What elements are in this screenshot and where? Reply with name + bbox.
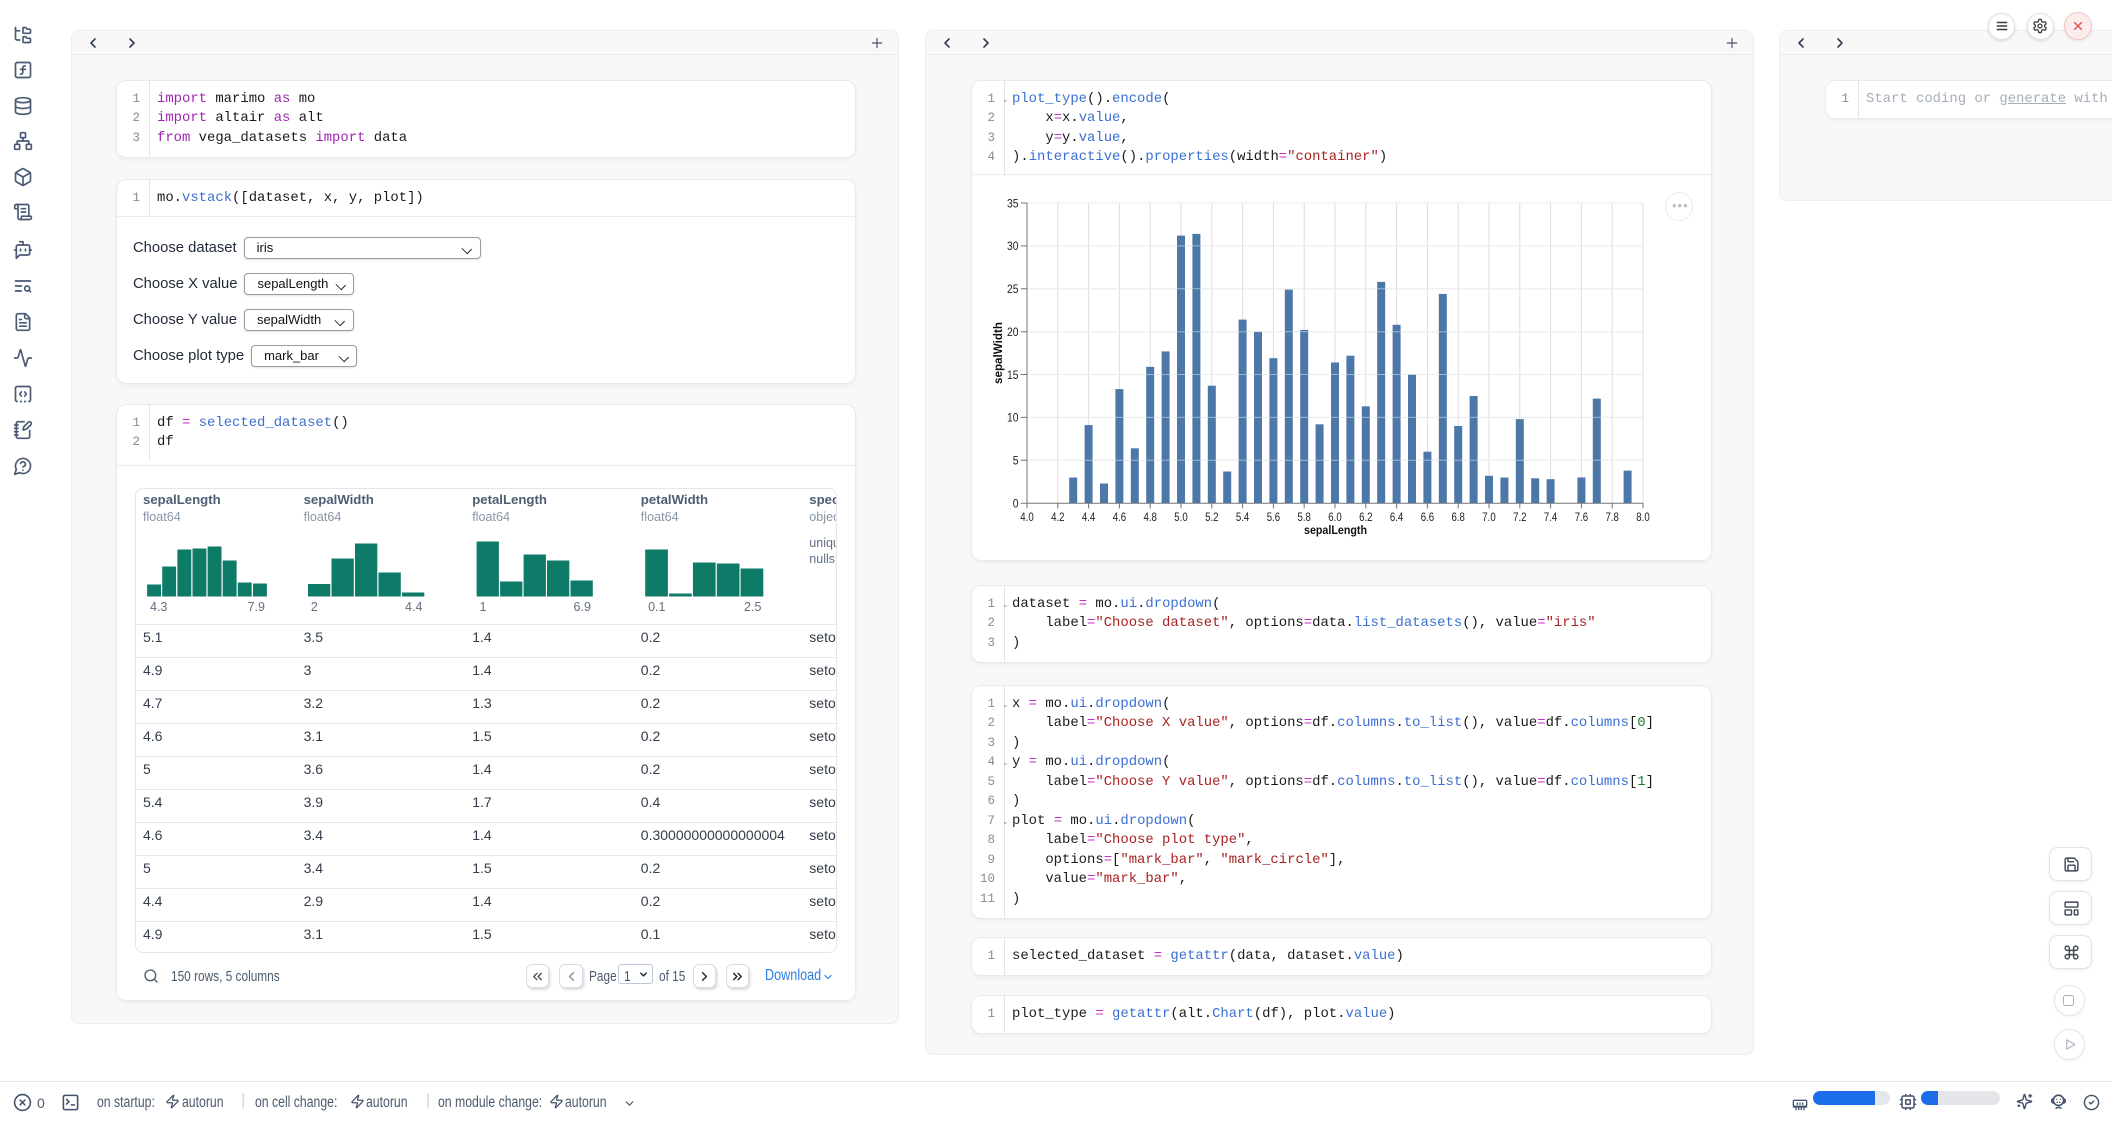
svg-text:4.0: 4.0 — [1020, 512, 1033, 524]
svg-text:sepalWidth: sepalWidth — [991, 322, 1005, 384]
svg-text:5: 5 — [1013, 456, 1019, 468]
svg-text:7.8: 7.8 — [1606, 512, 1619, 524]
svg-text:20: 20 — [1007, 327, 1019, 339]
svg-text:25: 25 — [1007, 284, 1019, 296]
svg-text:7.2: 7.2 — [1513, 512, 1526, 524]
svg-text:30: 30 — [1007, 241, 1019, 253]
svg-text:4.8: 4.8 — [1144, 512, 1157, 524]
svg-text:7.6: 7.6 — [1575, 512, 1588, 524]
svg-text:6.6: 6.6 — [1421, 512, 1434, 524]
svg-text:6.2: 6.2 — [1359, 512, 1372, 524]
svg-text:35: 35 — [1007, 198, 1019, 210]
svg-text:10: 10 — [1007, 413, 1019, 425]
svg-text:8.0: 8.0 — [1636, 512, 1649, 524]
svg-text:5.6: 5.6 — [1267, 512, 1280, 524]
svg-text:5.0: 5.0 — [1174, 512, 1187, 524]
svg-text:5.8: 5.8 — [1298, 512, 1311, 524]
svg-text:7.0: 7.0 — [1482, 512, 1495, 524]
svg-text:6.8: 6.8 — [1452, 512, 1465, 524]
svg-text:6.0: 6.0 — [1328, 512, 1341, 524]
svg-text:6.4: 6.4 — [1390, 512, 1404, 524]
svg-text:5.2: 5.2 — [1205, 512, 1218, 524]
svg-text:15: 15 — [1007, 370, 1019, 382]
svg-text:sepalLength: sepalLength — [1304, 523, 1367, 537]
svg-text:0: 0 — [1013, 499, 1019, 511]
svg-text:4.2: 4.2 — [1051, 512, 1064, 524]
svg-text:4.4: 4.4 — [1082, 512, 1096, 524]
svg-text:5.4: 5.4 — [1236, 512, 1250, 524]
svg-text:4.6: 4.6 — [1113, 512, 1126, 524]
svg-text:7.4: 7.4 — [1544, 512, 1558, 524]
